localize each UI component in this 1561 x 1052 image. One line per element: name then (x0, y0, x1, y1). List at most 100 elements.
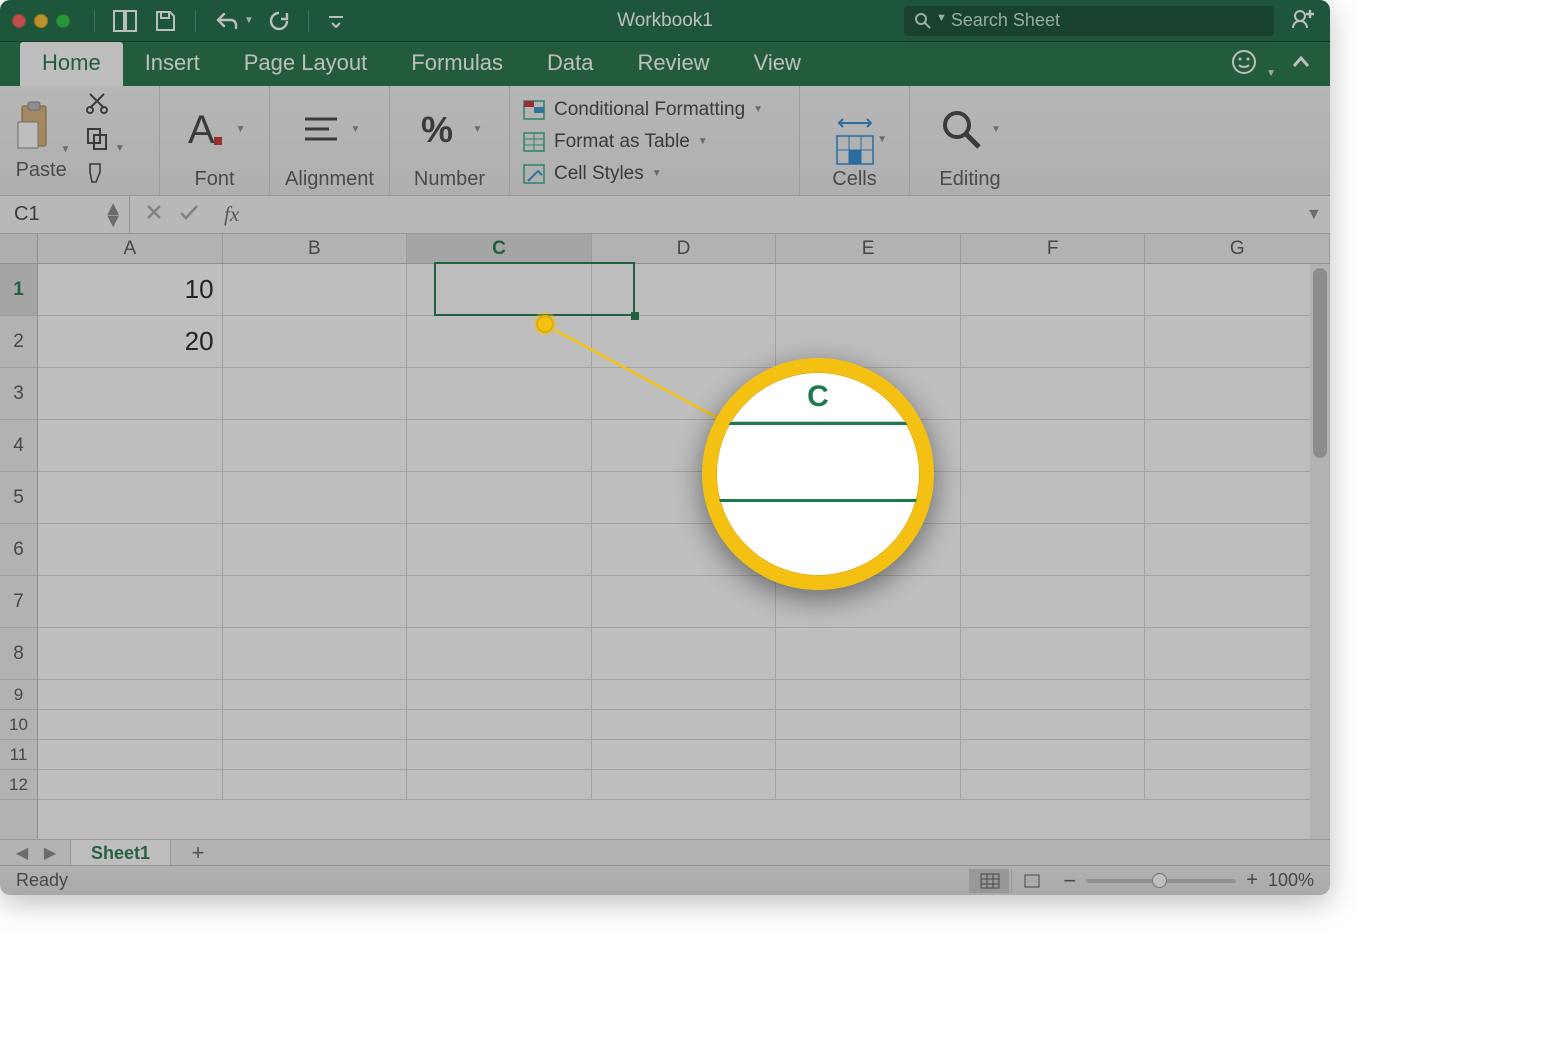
formula-input[interactable] (249, 196, 1306, 233)
cell-B12[interactable] (223, 770, 408, 800)
cell-F8[interactable] (961, 628, 1146, 680)
undo-icon[interactable]: ▼ (214, 10, 254, 32)
scrollbar-thumb[interactable] (1313, 268, 1327, 458)
cell-C7[interactable] (407, 576, 592, 628)
search-sheet-input[interactable]: ▼ Search Sheet (904, 6, 1274, 36)
cell-B7[interactable] (223, 576, 408, 628)
cell-D2[interactable] (592, 316, 777, 368)
cell-A12[interactable] (38, 770, 223, 800)
redo-icon[interactable] (268, 10, 290, 32)
row-header-3[interactable]: 3 (0, 368, 37, 420)
cell-C2[interactable] (407, 316, 592, 368)
prev-sheet-icon[interactable]: ◀ (8, 843, 36, 863)
cell-F2[interactable] (961, 316, 1146, 368)
cell-F7[interactable] (961, 576, 1146, 628)
format-as-table-button[interactable]: Format as Table ▼ (522, 126, 787, 158)
cell-A8[interactable] (38, 628, 223, 680)
tab-home[interactable]: Home (20, 42, 123, 86)
paste-button[interactable]: Paste (12, 157, 70, 182)
column-header-b[interactable]: B (223, 234, 408, 263)
customize-qat-icon[interactable] (327, 14, 345, 28)
cell-A7[interactable] (38, 576, 223, 628)
row-header-12[interactable]: 12 (0, 770, 37, 800)
feedback-icon[interactable]: ▼ (1230, 48, 1276, 81)
cell-C4[interactable] (407, 420, 592, 472)
alignment-group-label[interactable]: Alignment (282, 166, 377, 191)
tab-data[interactable]: Data (525, 42, 615, 86)
cell-F9[interactable] (961, 680, 1146, 710)
cell-G4[interactable] (1145, 420, 1330, 472)
cell-D8[interactable] (592, 628, 777, 680)
cell-G5[interactable] (1145, 472, 1330, 524)
collapse-ribbon-icon[interactable] (1290, 54, 1312, 75)
cell-C9[interactable] (407, 680, 592, 710)
fx-label[interactable]: fx (214, 202, 249, 227)
cell-E8[interactable] (776, 628, 961, 680)
cell-F3[interactable] (961, 368, 1146, 420)
cell-G3[interactable] (1145, 368, 1330, 420)
column-header-g[interactable]: G (1145, 234, 1330, 263)
column-header-f[interactable]: F (961, 234, 1146, 263)
cell-C10[interactable] (407, 710, 592, 740)
column-header-e[interactable]: E (776, 234, 961, 263)
cell-D9[interactable] (592, 680, 777, 710)
cell-G9[interactable] (1145, 680, 1330, 710)
format-painter-icon[interactable] (84, 160, 124, 191)
cell-B1[interactable] (223, 264, 408, 316)
cell-F11[interactable] (961, 740, 1146, 770)
cell-E1[interactable] (776, 264, 961, 316)
cell-A5[interactable] (38, 472, 223, 524)
select-all-corner[interactable] (0, 234, 38, 264)
expand-formula-bar-icon[interactable]: ▼ (1306, 206, 1330, 224)
cell-C3[interactable] (407, 368, 592, 420)
cell-F5[interactable] (961, 472, 1146, 524)
cell-A1[interactable]: 10 (38, 264, 223, 316)
cell-D7[interactable] (592, 576, 777, 628)
column-header-a[interactable]: A (38, 234, 223, 263)
zoom-in-button[interactable]: + (1246, 869, 1258, 892)
cell-E11[interactable] (776, 740, 961, 770)
cell-C5[interactable] (407, 472, 592, 524)
tab-review[interactable]: Review (615, 42, 731, 86)
cell-B10[interactable] (223, 710, 408, 740)
cell-C8[interactable] (407, 628, 592, 680)
cell-B3[interactable] (223, 368, 408, 420)
cell-G6[interactable] (1145, 524, 1330, 576)
cell-A3[interactable] (38, 368, 223, 420)
cell-C6[interactable] (407, 524, 592, 576)
row-header-8[interactable]: 8 (0, 628, 37, 680)
cell-E12[interactable] (776, 770, 961, 800)
cell-F10[interactable] (961, 710, 1146, 740)
spreadsheet-grid[interactable]: ABCDEFG 123456789101112 1020 (0, 234, 1330, 839)
zoom-slider[interactable] (1086, 879, 1236, 883)
cell-C12[interactable] (407, 770, 592, 800)
cells-group-label[interactable]: Cells (812, 166, 897, 191)
copy-icon[interactable]: ▼ (84, 125, 124, 156)
cut-icon[interactable] (84, 90, 124, 121)
next-sheet-icon[interactable]: ▶ (36, 843, 64, 863)
cell-grid[interactable]: 1020 (38, 264, 1330, 839)
row-header-1[interactable]: 1 (0, 264, 37, 316)
cell-F12[interactable] (961, 770, 1146, 800)
normal-view-icon[interactable] (969, 869, 1009, 893)
cell-E9[interactable] (776, 680, 961, 710)
zoom-slider-thumb[interactable] (1152, 873, 1167, 888)
column-header-d[interactable]: D (592, 234, 777, 263)
cell-D11[interactable] (592, 740, 777, 770)
cell-F4[interactable] (961, 420, 1146, 472)
cell-styles-button[interactable]: Cell Styles ▼ (522, 158, 787, 190)
cell-E10[interactable] (776, 710, 961, 740)
cell-A9[interactable] (38, 680, 223, 710)
tab-insert[interactable]: Insert (123, 42, 222, 86)
cell-G10[interactable] (1145, 710, 1330, 740)
page-layout-view-icon[interactable] (1011, 869, 1051, 893)
cell-B11[interactable] (223, 740, 408, 770)
zoom-out-button[interactable]: − (1063, 868, 1076, 894)
name-box[interactable]: C1 ▲▼ (0, 196, 130, 233)
save-icon[interactable] (153, 9, 177, 33)
cell-A4[interactable] (38, 420, 223, 472)
cell-B9[interactable] (223, 680, 408, 710)
editing-group-label[interactable]: Editing (922, 166, 1018, 191)
cancel-formula-icon[interactable] (144, 202, 164, 227)
column-headers[interactable]: ABCDEFG (38, 234, 1330, 264)
